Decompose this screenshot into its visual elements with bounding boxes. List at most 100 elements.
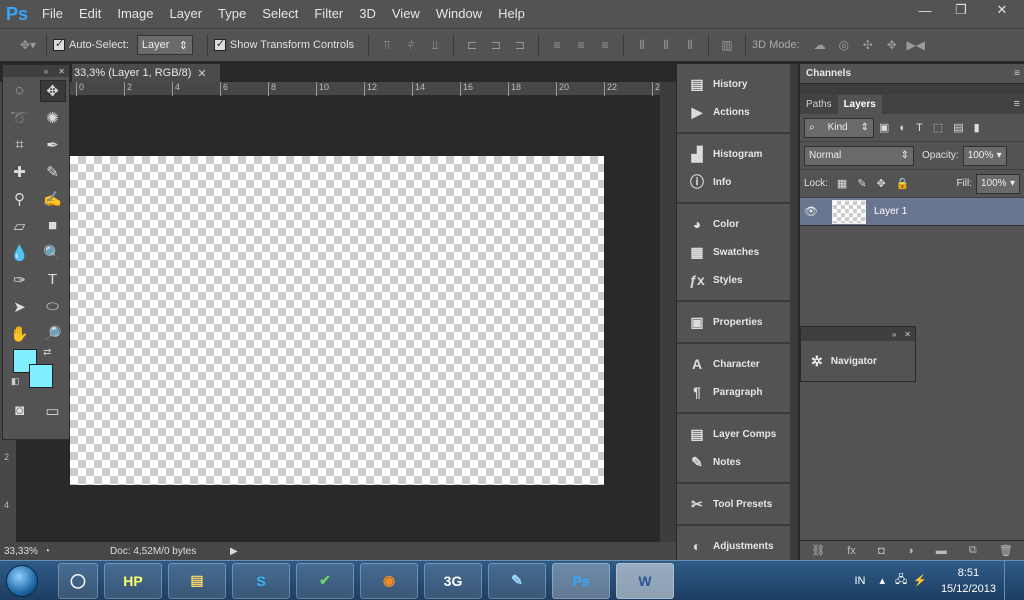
fill-field[interactable]: 100% ▾ <box>976 173 1020 194</box>
dock-item-swatches[interactable]: ▦ Swatches <box>677 238 798 266</box>
taskbar-app-3g[interactable]: 3G <box>424 562 482 599</box>
eye-icon[interactable]: 👁 <box>800 205 822 218</box>
network-icon[interactable]: 🖧 <box>895 571 907 590</box>
power-icon[interactable]: ⚡ <box>913 574 927 587</box>
3d-slide-icon[interactable]: ✥ <box>882 36 902 54</box>
align-right-icon[interactable]: ⊐ <box>510 36 530 54</box>
show-desktop-button[interactable] <box>1004 560 1016 600</box>
quick-mask-icon[interactable]: ◙ <box>7 400 33 422</box>
blend-mode-dropdown[interactable]: Normal ⇕ <box>804 145 914 166</box>
hand-tool-icon[interactable]: ✋ <box>7 323 33 345</box>
align-top-icon[interactable]: ⫪ <box>377 36 397 54</box>
default-colors-icon[interactable]: ◧ <box>11 376 20 387</box>
language-indicator[interactable]: IN <box>854 575 865 587</box>
tab-layers[interactable]: Layers <box>837 95 882 114</box>
taskbar-app-skype[interactable]: S <box>232 562 290 599</box>
taskbar-app-explorer-folder-icon[interactable]: ▤ <box>168 562 226 599</box>
3d-roll-icon[interactable]: ◎ <box>834 36 854 54</box>
navigator-header[interactable]: » ✕ <box>801 327 915 341</box>
dodge-tool-icon[interactable]: 🔍 <box>40 242 66 264</box>
zoom-level[interactable]: 33,33% <box>0 546 44 557</box>
type-tool-icon[interactable]: T <box>40 269 66 291</box>
filter-toggle-icon[interactable]: ▮ <box>974 121 980 134</box>
adjustment-layer-icon[interactable]: ◑ <box>907 545 914 557</box>
document-canvas[interactable] <box>70 156 604 485</box>
new-group-icon[interactable]: ▬ <box>936 545 947 557</box>
add-mask-icon[interactable]: ◘ <box>878 545 885 557</box>
lasso-tool-icon[interactable]: ➰ <box>7 107 33 129</box>
lock-transparency-icon[interactable]: ▦ <box>837 177 847 190</box>
menu-type[interactable]: Type <box>210 0 254 28</box>
filter-type-icon[interactable]: T <box>916 122 923 134</box>
dock-resizer[interactable] <box>790 64 798 560</box>
status-info-icon[interactable]: ◔ <box>44 546 50 557</box>
distribute-right-icon[interactable]: ⦀ <box>680 36 700 54</box>
dock-item-layer-comps[interactable]: ▤ Layer Comps <box>677 420 798 448</box>
panel-menu-icon[interactable]: ≡ <box>1014 98 1020 110</box>
magic-wand-tool-icon[interactable]: ✺ <box>40 107 66 129</box>
crop-tool-icon[interactable]: ⌗ <box>7 134 33 156</box>
lock-position-icon[interactable]: ✥ <box>877 177 886 190</box>
align-vcenter-icon[interactable]: ⫩ <box>401 36 421 54</box>
lock-all-icon[interactable]: 🔒 <box>896 177 910 190</box>
trash-icon[interactable]: 🗑 <box>999 544 1013 557</box>
brush-tool-icon[interactable]: ✎ <box>40 161 66 183</box>
close-document-icon[interactable]: ✕ <box>197 67 206 80</box>
layer-name[interactable]: Layer 1 <box>874 206 907 217</box>
dock-item-notes[interactable]: ✎ Notes <box>677 448 798 476</box>
filter-smart-object-icon[interactable]: ▤ <box>953 121 963 134</box>
lock-pixels-icon[interactable]: ✎ <box>857 177 866 190</box>
menu-view[interactable]: View <box>384 0 428 28</box>
align-hcenter-icon[interactable]: ⊐ <box>486 36 506 54</box>
dock-item-history[interactable]: ▤ History <box>677 70 798 98</box>
path-selection-tool-icon[interactable]: ➤ <box>7 296 33 318</box>
menu-file[interactable]: File <box>34 0 71 28</box>
distribute-hcenter-icon[interactable]: ⦀ <box>656 36 676 54</box>
eyedropper-tool-icon[interactable]: ✒ <box>40 134 66 156</box>
distribute-top-icon[interactable]: ≡ <box>547 36 567 54</box>
auto-select-target-dropdown[interactable]: Layer ⇕ <box>136 35 193 55</box>
tools-panel-header[interactable]: « ✕ <box>3 65 69 77</box>
auto-select-checkbox[interactable] <box>53 37 65 51</box>
opacity-field[interactable]: 100% ▾ <box>962 145 1007 166</box>
clock[interactable]: 8:51 15/12/2013 <box>941 565 996 597</box>
menu-select[interactable]: Select <box>254 0 306 28</box>
background-color-swatch[interactable] <box>29 364 53 388</box>
menu-help[interactable]: Help <box>490 0 533 28</box>
ellipse-tool-icon[interactable]: ⬭ <box>40 296 66 318</box>
show-transform-checkbox[interactable] <box>213 37 226 51</box>
zoom-tool-icon[interactable]: 🔎 <box>40 323 66 345</box>
fx-icon[interactable]: fx <box>847 545 856 557</box>
healing-brush-tool-icon[interactable]: ✚ <box>7 161 33 183</box>
eraser-tool-icon[interactable]: ▱ <box>7 215 33 237</box>
menu-layer[interactable]: Layer <box>162 0 211 28</box>
blur-tool-icon[interactable]: 💧 <box>7 242 33 264</box>
navigator-button[interactable]: ✲ Navigator <box>801 341 915 381</box>
align-bottom-icon[interactable]: ⫫ <box>425 36 445 54</box>
pen-tool-icon[interactable]: ✑ <box>7 269 33 291</box>
close-button[interactable]: ✕ <box>980 0 1024 20</box>
filter-shape-icon[interactable]: ⬚ <box>933 121 943 134</box>
auto-align-icon[interactable]: ▥ <box>717 36 737 54</box>
taskbar-app-paint-icon[interactable]: ✎ <box>488 562 546 599</box>
menu-filter[interactable]: Filter <box>306 0 351 28</box>
dock-item-color[interactable]: ◕ Color <box>677 210 798 238</box>
taskbar-app-word[interactable]: W <box>616 562 674 599</box>
move-tool-icon[interactable]: ✥ <box>39 79 66 102</box>
menu-image[interactable]: Image <box>109 0 161 28</box>
new-layer-icon[interactable]: ⧉ <box>969 544 977 557</box>
start-button[interactable] <box>0 561 44 600</box>
filter-pixel-icon[interactable]: ▣ <box>879 121 889 134</box>
3d-scale-icon[interactable]: ▶◀ <box>906 36 926 54</box>
taskbar-app-hp[interactable]: HP <box>104 562 162 599</box>
kind-filter-dropdown[interactable]: ⌕ Kind ⇕ <box>804 117 874 138</box>
history-brush-tool-icon[interactable]: ✍ <box>40 188 66 210</box>
link-layers-icon[interactable]: ⛓ <box>811 544 825 557</box>
restore-button[interactable]: ❐ <box>944 0 978 20</box>
dock-item-histogram[interactable]: ▟ Histogram <box>677 140 798 168</box>
dock-item-tool-presets[interactable]: ✂ Tool Presets <box>677 490 798 518</box>
clone-stamp-tool-icon[interactable]: ⚲ <box>7 188 33 210</box>
minimize-button[interactable]: — <box>908 0 942 20</box>
tab-paths[interactable]: Paths <box>800 95 838 114</box>
dock-item-actions[interactable]: ▶ Actions <box>677 98 798 126</box>
